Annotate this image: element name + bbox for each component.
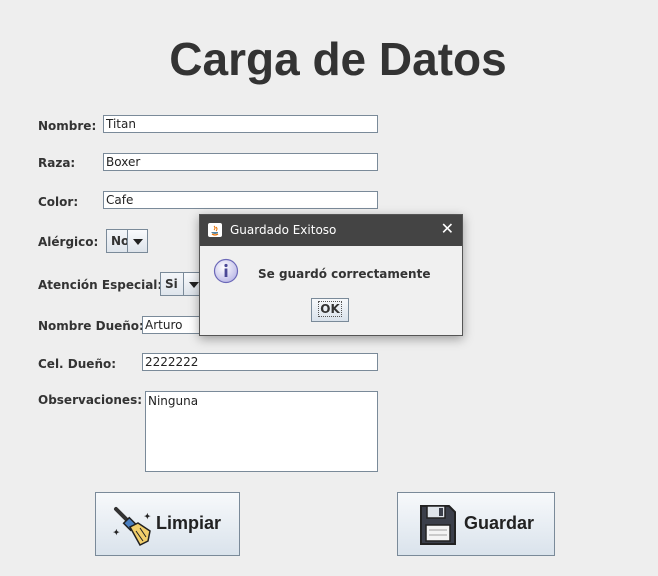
nombre-label: Nombre: bbox=[38, 119, 97, 133]
chevron-down-icon[interactable] bbox=[127, 230, 147, 252]
guardar-label: Guardar bbox=[464, 513, 535, 533]
close-icon[interactable]: ✕ bbox=[441, 220, 454, 238]
alergico-label: Alérgico: bbox=[38, 235, 99, 249]
atencion-select[interactable]: Si bbox=[160, 272, 204, 296]
limpiar-label: Limpiar bbox=[156, 513, 222, 533]
dialog-message: Se guardó correctamente bbox=[258, 267, 431, 281]
info-icon bbox=[213, 258, 239, 284]
page-title: Carga de Datos bbox=[169, 33, 507, 85]
dueno-label: Nombre Dueño: bbox=[38, 319, 144, 333]
success-dialog: Guardado Exitoso ✕ Se guardó correctamen… bbox=[199, 214, 463, 336]
raza-label: Raza: bbox=[38, 156, 76, 170]
nombre-field[interactable]: Titan bbox=[103, 115, 378, 133]
dialog-titlebar[interactable]: Guardado Exitoso ✕ bbox=[200, 215, 462, 246]
observaciones-label: Observaciones: bbox=[38, 393, 143, 407]
broom-icon: ✦ ✦ bbox=[110, 505, 152, 552]
atencion-label: Atención Especial: bbox=[38, 278, 163, 292]
raza-field[interactable]: Boxer bbox=[103, 153, 378, 171]
guardar-button[interactable]: Guardar bbox=[397, 492, 555, 556]
svg-text:✦: ✦ bbox=[144, 512, 151, 521]
dialog-title: Guardado Exitoso bbox=[230, 223, 337, 237]
java-icon bbox=[208, 223, 222, 237]
cel-label: Cel. Dueño: bbox=[38, 357, 117, 371]
svg-text:✦: ✦ bbox=[113, 528, 120, 537]
limpiar-button[interactable]: ✦ ✦ Limpiar bbox=[95, 492, 240, 556]
alergico-select[interactable]: No bbox=[106, 229, 148, 253]
floppy-disk-icon bbox=[418, 503, 458, 552]
cel-field[interactable]: 2222222 bbox=[142, 353, 378, 371]
atencion-value: Si bbox=[165, 277, 178, 291]
color-field[interactable]: Cafe bbox=[103, 191, 378, 209]
observaciones-textarea[interactable]: Ninguna bbox=[145, 391, 378, 472]
ok-label: OK bbox=[318, 301, 342, 317]
ok-button[interactable]: OK bbox=[311, 298, 349, 322]
color-label: Color: bbox=[38, 195, 79, 209]
